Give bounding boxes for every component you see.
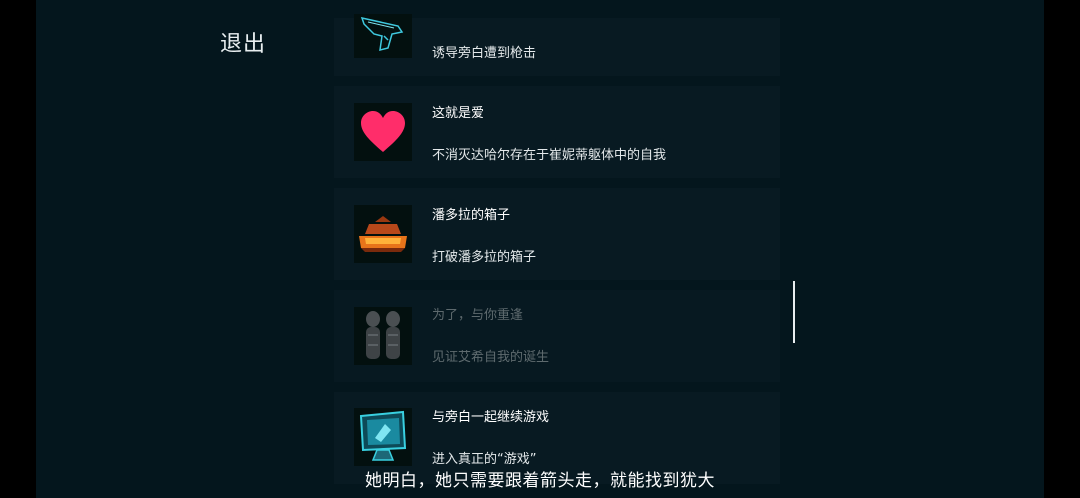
twin-figures-icon — [354, 307, 412, 365]
monitor-icon — [354, 408, 412, 466]
achievement-card[interactable]: 诱导旁白遭到枪击 — [334, 14, 780, 76]
achievement-description: 见证艾希自我的诞生 — [432, 350, 550, 365]
achievement-title: 这就是爱 — [432, 106, 485, 121]
heart-icon — [354, 103, 412, 161]
achievement-title: 为了，与你重逢 — [432, 308, 524, 323]
achievement-title: 潘多拉的箱子 — [432, 208, 511, 223]
achievement-card[interactable]: 潘多拉的箱子 打破潘多拉的箱子 — [334, 188, 780, 280]
pistol-icon — [354, 14, 412, 58]
achievement-list[interactable]: 诱导旁白遭到枪击 这就是爱 不消灭达哈尔存在于崔妮蒂躯体中的自我 潘多拉的箱子 … — [334, 0, 780, 498]
achievement-title: 与旁白一起继续游戏 — [432, 410, 550, 425]
achievement-description: 进入真正的“游戏” — [432, 452, 537, 467]
scrollbar[interactable] — [793, 281, 795, 343]
achievement-card-locked[interactable]: 为了，与你重逢 见证艾希自我的诞生 — [334, 290, 780, 382]
exit-button[interactable]: 退出 — [220, 26, 266, 58]
achievement-description: 诱导旁白遭到枪击 — [432, 46, 537, 61]
achievement-description: 打破潘多拉的箱子 — [432, 250, 537, 265]
pandora-box-icon — [354, 205, 412, 263]
dialogue-subtitle: 她明白，她只需要跟着箭头走，就能找到犹大 — [365, 471, 715, 491]
achievement-description: 不消灭达哈尔存在于崔妮蒂躯体中的自我 — [432, 148, 667, 163]
achievement-card[interactable]: 这就是爱 不消灭达哈尔存在于崔妮蒂躯体中的自我 — [334, 86, 780, 178]
